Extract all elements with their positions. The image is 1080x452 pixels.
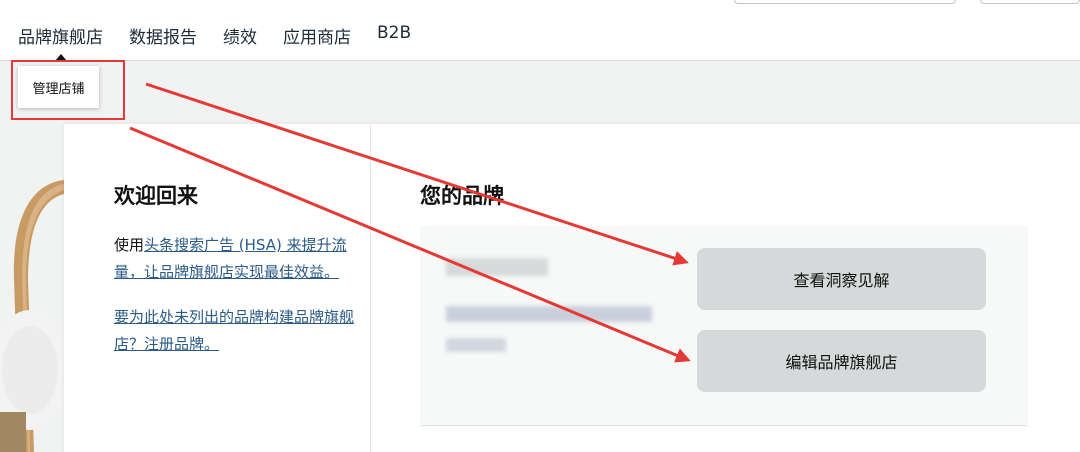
- nav-item-data-reports[interactable]: 数据报告: [129, 23, 197, 48]
- blurred-brand-detail: [446, 306, 652, 322]
- register-brand-link[interactable]: 要为此处未列出的品牌构建品牌旗舰店？注册品牌。: [114, 308, 354, 353]
- welcome-title: 欢迎回来: [114, 184, 198, 208]
- product-image: [0, 180, 64, 452]
- view-insights-button[interactable]: 查看洞察见解: [697, 248, 986, 310]
- welcome-section: 欢迎回来 使用头条搜索广告 (HSA) 来提升流量，让品牌旗舰店实现最佳效益。 …: [114, 180, 354, 376]
- hsa-link[interactable]: 头条搜索广告 (HSA) 来提升流量，让品牌旗舰店实现最佳效益。: [114, 236, 347, 281]
- nav-item-b2b[interactable]: B2B: [377, 23, 411, 48]
- hsa-promo-text: 使用头条搜索广告 (HSA) 来提升流量，让品牌旗舰店实现最佳效益。: [114, 232, 354, 286]
- nav-item-app-store[interactable]: 应用商店: [283, 23, 351, 48]
- manage-store-menu-item[interactable]: 管理店铺: [18, 66, 99, 108]
- edit-brand-store-button[interactable]: 编辑品牌旗舰店: [697, 330, 986, 392]
- top-account-box[interactable]: [980, 0, 1080, 4]
- hsa-promo-prefix: 使用: [114, 236, 145, 254]
- top-search-box[interactable]: [734, 0, 956, 4]
- your-brand-title: 您的品牌: [420, 184, 504, 208]
- nav-item-brand-store[interactable]: 品牌旗舰店: [18, 23, 103, 61]
- nav-item-performance[interactable]: 绩效: [223, 23, 257, 48]
- register-brand-text: 要为此处未列出的品牌构建品牌旗舰店？注册品牌。: [114, 304, 354, 358]
- blurred-brand-detail-2: [446, 338, 506, 352]
- blurred-brand-name: [446, 258, 548, 276]
- section-divider: [370, 124, 371, 452]
- main-nav: 品牌旗舰店 数据报告 绩效 应用商店 B2B: [18, 23, 411, 61]
- top-navigation-bar: 品牌旗舰店 数据报告 绩效 应用商店 B2B: [0, 0, 1080, 61]
